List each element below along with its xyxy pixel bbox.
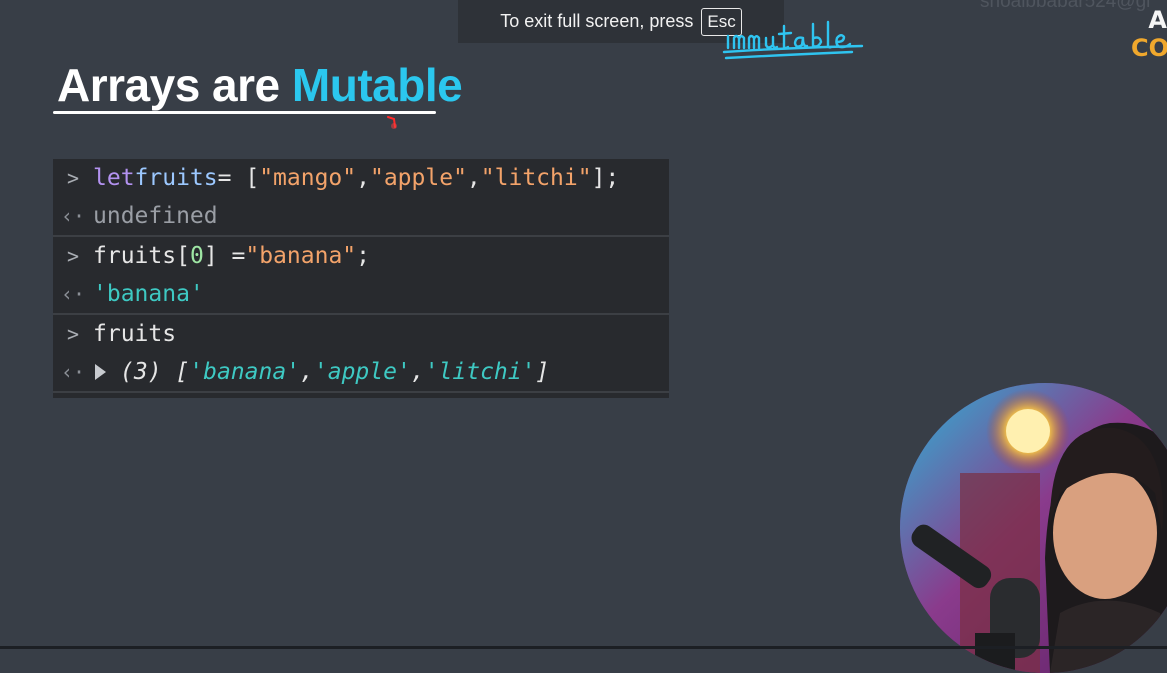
output-return-icon: ‹· — [60, 204, 86, 228]
array-close-bracket: ] — [535, 359, 550, 385]
channel-logo-bottom: CO — [1131, 34, 1167, 62]
code-variable: fruits — [93, 243, 177, 269]
slide-title: Arrays are Mutable — [57, 58, 463, 112]
channel-logo: A CO — [1131, 6, 1167, 66]
array-separator: , — [300, 359, 314, 385]
devtools-console[interactable]: > let fruits = ["mango", "apple", "litch… — [53, 159, 669, 398]
console-output-line: ‹· 'banana' — [53, 275, 669, 313]
console-output-line: ‹· undefined — [53, 197, 669, 235]
fullscreen-exit-text: To exit full screen, press — [500, 11, 694, 31]
input-prompt-icon: > — [66, 322, 80, 346]
console-output-line[interactable]: ‹· (3) ['banana', 'apple', 'litchi'] — [53, 353, 669, 391]
output-return-icon: ‹· — [60, 282, 86, 306]
code-string: "banana" — [245, 243, 357, 269]
code-number: 0 — [189, 243, 204, 269]
console-entry: > fruits[0] = "banana"; ‹· 'banana' — [53, 237, 669, 315]
console-entry: > let fruits = ["mango", "apple", "litch… — [53, 159, 669, 237]
title-underline — [53, 111, 436, 114]
presenter-video-image — [900, 383, 1167, 673]
slide-title-accent: Mutable — [291, 59, 463, 111]
console-input-line[interactable]: > fruits — [53, 315, 669, 353]
output-return-icon: ‹· — [60, 360, 86, 384]
console-entry: > fruits ‹· (3) ['banana', 'apple', 'lit… — [53, 315, 669, 393]
channel-logo-top: A — [1148, 6, 1167, 34]
slide-title-text: Arrays are — [57, 59, 292, 111]
console-output-value: undefined — [93, 203, 218, 229]
handwritten-immutable-annotation — [722, 20, 864, 60]
code-string: "apple" — [369, 165, 467, 191]
code-operator: = [ — [217, 165, 260, 191]
array-item: 'banana' — [189, 359, 301, 385]
input-prompt-icon: > — [66, 166, 80, 190]
code-keyword: let — [93, 165, 135, 191]
expand-triangle-icon[interactable] — [95, 364, 106, 380]
code-variable: fruits — [134, 165, 218, 191]
code-string: "litchi" — [480, 165, 592, 191]
array-item: 'apple' — [313, 359, 411, 385]
code-variable: fruits — [93, 321, 177, 347]
console-input-line[interactable]: > fruits[0] = "banana"; — [53, 237, 669, 275]
code-separator: , — [466, 165, 481, 191]
code-separator: , — [356, 165, 370, 191]
input-prompt-icon: > — [66, 244, 80, 268]
presenter-webcam — [900, 383, 1167, 673]
array-item: 'litchi' — [424, 359, 536, 385]
laser-pointer-icon — [387, 116, 397, 129]
console-input-line[interactable]: > let fruits = ["mango", "apple", "litch… — [53, 159, 669, 197]
code-semicolon: ; — [356, 243, 370, 269]
code-bracket: ]; — [591, 165, 620, 191]
array-length-prefix: (3) [ — [120, 359, 190, 385]
code-operator: ] = — [203, 243, 246, 269]
console-output-value: 'banana' — [93, 281, 204, 307]
code-string: "mango" — [259, 165, 357, 191]
array-separator: , — [410, 359, 425, 385]
email-watermark: shoaibbabar524@gi — [980, 0, 1151, 12]
code-bracket: [ — [176, 243, 190, 269]
